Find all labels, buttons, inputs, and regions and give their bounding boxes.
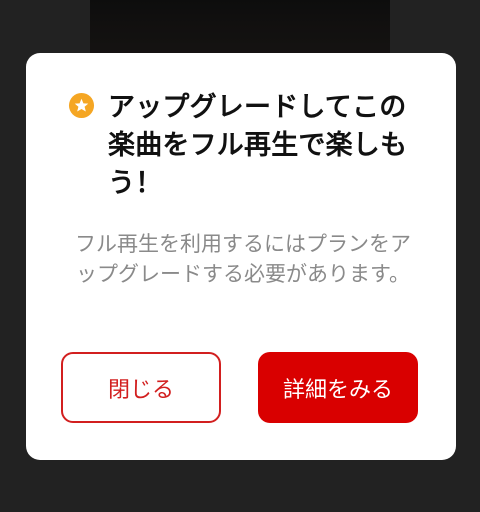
dialog-message: フル再生を利用するにはプランをアップグレードする必要があります。 [75,232,411,286]
details-button[interactable]: 詳細をみる [258,352,418,423]
close-button[interactable]: 閉じる [61,352,221,423]
star-icon [68,92,95,119]
dialog-header: アップグレードしてこの楽曲をフル再生で楽しもう！ [68,89,428,203]
upgrade-dialog: アップグレードしてこの楽曲をフル再生で楽しもう！ フル再生を利用するにはプランを… [26,53,456,460]
dialog-title: アップグレードしてこの楽曲をフル再生で楽しもう！ [108,92,408,199]
